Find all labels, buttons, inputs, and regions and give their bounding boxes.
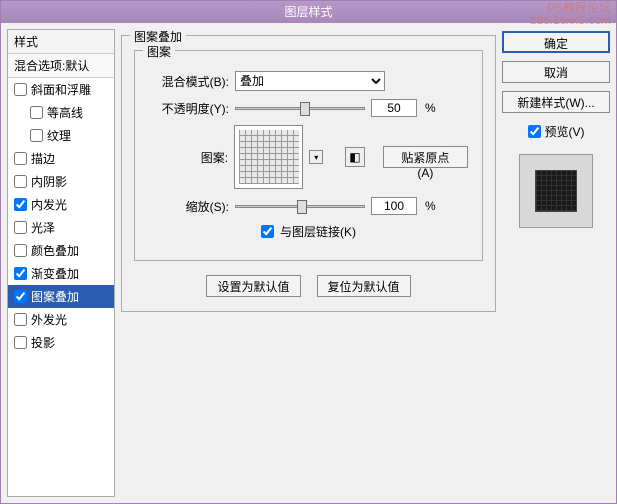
scale-slider[interactable] [235,205,365,208]
pattern-overlay-group: 图案叠加 图案 混合模式(B): 叠加 不透明度(Y): [121,35,496,312]
link-with-layer-checkbox[interactable] [261,225,274,238]
style-label-10: 外发光 [31,311,67,328]
scale-label: 缩放(S): [149,198,229,215]
style-label-0: 斜面和浮雕 [31,81,91,98]
style-checkbox-3[interactable] [14,152,27,165]
style-label-1: 等高线 [47,104,83,121]
scale-row: 缩放(S): % [149,197,468,215]
style-checkbox-5[interactable] [14,198,27,211]
style-item-0[interactable]: 斜面和浮雕 [8,78,114,101]
percent-label-2: % [425,199,436,213]
cancel-button[interactable]: 取消 [502,61,610,83]
style-checkbox-7[interactable] [14,244,27,257]
pattern-swatch[interactable] [234,125,303,189]
pattern-label: 图案: [149,149,228,166]
style-item-2[interactable]: 纹理 [8,124,114,147]
blend-mode-select[interactable]: 叠加 [235,71,385,91]
style-label-7: 颜色叠加 [31,242,79,259]
preview-thumbnail [535,170,577,212]
style-label-8: 渐变叠加 [31,265,79,282]
preview-label: 预览(V) [545,123,585,140]
blend-mode-label: 混合模式(B): [149,73,229,90]
set-default-button[interactable]: 设置为默认值 [206,275,300,297]
style-checkbox-11[interactable] [14,336,27,349]
blend-options-default[interactable]: 混合选项:默认 [8,54,114,78]
new-preset-icon[interactable]: ◧ [345,147,365,167]
pattern-preview [239,130,299,184]
styles-panel: 样式 混合选项:默认 斜面和浮雕等高线纹理描边内阴影内发光光泽颜色叠加渐变叠加图… [7,29,115,497]
style-label-3: 描边 [31,150,55,167]
ok-button[interactable]: 确定 [502,31,610,53]
opacity-row: 不透明度(Y): % [149,99,468,117]
percent-label: % [425,101,436,115]
style-item-4[interactable]: 内阴影 [8,170,114,193]
style-item-10[interactable]: 外发光 [8,308,114,331]
style-checkbox-10[interactable] [14,313,27,326]
opacity-input[interactable] [371,99,417,117]
opacity-thumb[interactable] [300,102,310,116]
titlebar: 图层样式 [1,1,616,23]
scale-thumb[interactable] [297,200,307,214]
main-panel: 图案叠加 图案 混合模式(B): 叠加 不透明度(Y): [121,29,496,497]
right-panel: 确定 取消 新建样式(W)... 预览(V) [502,29,610,497]
new-style-button[interactable]: 新建样式(W)... [502,91,610,113]
style-checkbox-2[interactable] [30,129,43,142]
styles-header[interactable]: 样式 [8,30,114,54]
style-item-11[interactable]: 投影 [8,331,114,354]
style-item-7[interactable]: 颜色叠加 [8,239,114,262]
opacity-slider[interactable] [235,107,365,110]
style-label-5: 内发光 [31,196,67,213]
opacity-label: 不透明度(Y): [149,100,229,117]
style-item-9[interactable]: 图案叠加 [8,285,114,308]
style-checkbox-4[interactable] [14,175,27,188]
style-checkbox-0[interactable] [14,83,27,96]
style-item-6[interactable]: 光泽 [8,216,114,239]
style-item-5[interactable]: 内发光 [8,193,114,216]
pattern-group: 图案 混合模式(B): 叠加 不透明度(Y): % [134,50,483,261]
defaults-row: 设置为默认值 复位为默认值 [134,275,483,297]
style-label-11: 投影 [31,334,55,351]
style-checkbox-6[interactable] [14,221,27,234]
style-item-8[interactable]: 渐变叠加 [8,262,114,285]
link-row: 与图层链接(K) [149,223,468,240]
style-label-2: 纹理 [47,127,71,144]
preview-row: 预览(V) [502,123,610,140]
watermark: PS教程论坛 bbs.16xx8.com [530,2,611,26]
style-checkbox-9[interactable] [14,290,27,303]
snap-origin-button[interactable]: 贴紧原点(A) [383,146,468,168]
style-checkbox-1[interactable] [30,106,43,119]
link-with-layer-label: 与图层链接(K) [280,223,356,240]
style-label-4: 内阴影 [31,173,67,190]
content: 样式 混合选项:默认 斜面和浮雕等高线纹理描边内阴影内发光光泽颜色叠加渐变叠加图… [1,23,616,503]
window-title: 图层样式 [284,5,332,19]
style-label-6: 光泽 [31,219,55,236]
pattern-row: 图案: ▾ ◧ 贴紧原点(A) [149,125,468,189]
sub-label: 图案 [143,43,175,60]
style-label-9: 图案叠加 [31,288,79,305]
preview-box [519,154,593,228]
pattern-dropdown-icon[interactable]: ▾ [309,150,323,164]
style-item-1[interactable]: 等高线 [8,101,114,124]
style-item-3[interactable]: 描边 [8,147,114,170]
reset-default-button[interactable]: 复位为默认值 [317,275,411,297]
style-checkbox-8[interactable] [14,267,27,280]
blend-mode-row: 混合模式(B): 叠加 [149,71,468,91]
layer-style-dialog: 图层样式 PS教程论坛 bbs.16xx8.com 样式 混合选项:默认 斜面和… [0,0,617,504]
scale-input[interactable] [371,197,417,215]
preview-checkbox[interactable] [528,125,541,138]
